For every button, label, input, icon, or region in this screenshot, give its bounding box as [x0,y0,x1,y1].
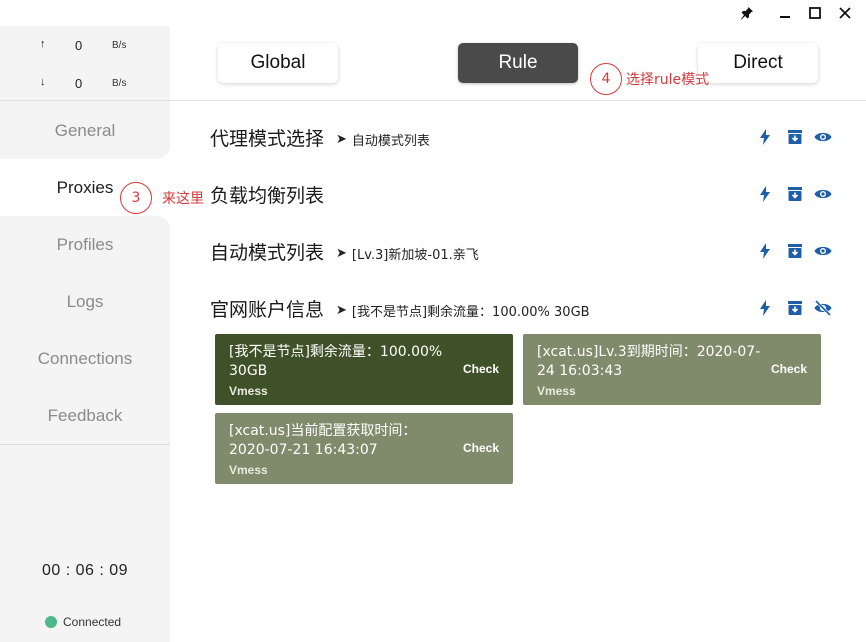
archive-icon[interactable] [784,183,806,205]
connection-status-label: Connected [63,615,122,629]
proxy-group-title: 自动模式列表 [210,242,325,264]
annotation-number-badge: 3 [120,182,152,214]
archive-icon[interactable] [784,297,806,319]
bolt-icon[interactable] [754,240,776,262]
proxy-group-selected-label: [Lv.3]新加坡-01.亲飞 [351,248,479,263]
proxy-card[interactable]: [xcat.us]Lv.3到期时间：2020-07-24 16:03:43 Vm… [523,334,821,405]
download-speed-unit: B/s [112,78,127,89]
proxy-card-name: [我不是节点]剩余流量：100.00% 30GB [229,344,443,379]
archive-icon[interactable] [784,126,806,148]
main-panel: Global Rule Direct 代理模式选择 ➤ 自动模式列表 负载均衡列… [170,26,866,642]
proxy-card-name: [xcat.us]Lv.3到期时间：2020-07-24 16:03:43 [537,344,761,379]
annotation-step-4: 4 选择rule模式 [590,63,709,95]
proxy-card-name: [xcat.us]当前配置获取时间：2020-07-21 16:43:07 [229,423,417,458]
sidebar-item-logs[interactable]: Logs [0,273,170,330]
upload-speed-unit: B/s [112,40,127,51]
proxy-group-selected-label: [我不是节点]剩余流量：100.00% 30GB [351,305,590,320]
proxy-group-auto[interactable]: 自动模式列表 ➤ [Lv.3]新加坡-01.亲飞 [210,238,832,268]
mode-global-button[interactable]: Global [218,43,338,83]
proxy-group-actions [750,126,832,148]
proxy-group-actions [750,183,832,205]
annotation-step-3: 3 来这里 [120,182,204,214]
sidebar-item-connections[interactable]: Connections [0,330,170,387]
sidebar: ↑ 0 B/s ↓ 0 B/s General Proxies Profiles… [0,26,170,642]
mode-rule-button[interactable]: Rule [458,43,578,83]
eye-icon[interactable] [812,183,834,205]
sidebar-item-general[interactable]: General [0,102,170,159]
triangle-right-icon: ➤ [336,303,347,318]
eye-icon[interactable] [812,240,834,262]
close-icon[interactable] [834,2,856,24]
status-dot-icon [45,616,57,628]
annotation-text: 选择rule模式 [626,72,710,88]
upload-arrow-icon: ↑ [40,38,46,50]
proxy-group-selected: ➤ [我不是节点]剩余流量：100.00% 30GB [336,301,590,320]
sidebar-nav: General Proxies Profiles Logs Connection… [0,102,170,444]
eye-icon[interactable] [812,126,834,148]
proxy-card[interactable]: [我不是节点]剩余流量：100.00% 30GB Vmess Check [215,334,513,405]
download-arrow-icon: ↓ [40,76,46,88]
minimize-icon[interactable] [774,2,796,24]
proxy-mode-bar: Global Rule Direct [170,26,866,101]
sidebar-item-profiles[interactable]: Profiles [0,216,170,273]
proxy-group-actions [750,240,832,262]
eye-off-icon[interactable] [812,297,834,319]
proxy-group-load-balance[interactable]: 负载均衡列表 [210,181,832,211]
traffic-speed-panel: ↑ 0 B/s ↓ 0 B/s [0,26,170,101]
proxy-check-button[interactable]: Check [463,441,499,455]
proxy-card-type: Vmess [537,384,576,398]
bolt-icon[interactable] [754,297,776,319]
proxy-group-title: 负载均衡列表 [210,185,325,207]
sidebar-divider [0,444,170,445]
proxy-group-selected: ➤ 自动模式列表 [336,130,430,149]
sidebar-item-feedback[interactable]: Feedback [0,387,170,444]
proxy-group-account-info[interactable]: 官网账户信息 ➤ [我不是节点]剩余流量：100.00% 30GB [210,295,832,325]
annotation-text: 来这里 [162,191,204,207]
download-speed: ↓ 0 B/s [0,74,170,94]
title-bar [0,0,866,26]
proxy-check-button[interactable]: Check [771,362,807,376]
uptime-timer: 00 : 06 : 09 [41,562,129,579]
proxy-group-title: 代理模式选择 [210,128,325,150]
proxy-card-type: Vmess [229,463,268,477]
download-speed-value: 0 [75,76,83,91]
proxy-group-title: 官网账户信息 [210,299,325,321]
triangle-right-icon: ➤ [336,132,347,147]
proxy-card-type: Vmess [229,384,268,398]
proxy-card[interactable]: [xcat.us]当前配置获取时间：2020-07-21 16:43:07 Vm… [215,413,513,484]
triangle-right-icon: ➤ [336,246,347,261]
proxy-group-selected: ➤ [Lv.3]新加坡-01.亲飞 [336,244,479,263]
proxy-group-mode-select[interactable]: 代理模式选择 ➤ 自动模式列表 [210,124,832,154]
bolt-icon[interactable] [754,126,776,148]
mode-direct-button[interactable]: Direct [698,43,818,83]
proxy-group-actions [750,297,832,319]
proxy-check-button[interactable]: Check [463,362,499,376]
upload-speed: ↑ 0 B/s [0,36,170,56]
annotation-number-badge: 4 [590,63,622,95]
maximize-icon[interactable] [804,2,826,24]
proxy-group-selected-label: 自动模式列表 [351,134,430,149]
pin-icon[interactable] [736,2,758,24]
archive-icon[interactable] [784,240,806,262]
upload-speed-value: 0 [75,38,83,53]
bolt-icon[interactable] [754,183,776,205]
connection-status: Connected [45,614,121,630]
